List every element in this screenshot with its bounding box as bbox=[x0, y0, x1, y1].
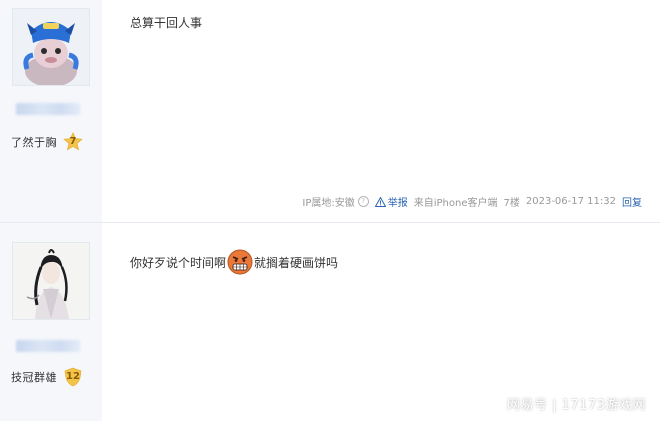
user-avatar[interactable] bbox=[12, 242, 90, 320]
post-text-continued: 就搁着硬画饼吗 bbox=[254, 255, 339, 270]
post-list: 了然于胸 7 总算干回人事 IP属地:安徽 ? 举报 来自iPhone客户端 7… bbox=[0, 0, 660, 421]
ip-location: IP属地:安徽 ? bbox=[302, 194, 369, 209]
floor-number: 7楼 bbox=[503, 198, 520, 209]
report-link[interactable]: 举报 bbox=[374, 194, 408, 209]
post-meta: IP属地:安徽 ? 举报 来自iPhone客户端 7楼 2023-06-17 1… bbox=[302, 194, 642, 209]
level-number: 12 bbox=[66, 371, 80, 382]
report-label: 举报 bbox=[387, 198, 408, 209]
user-sidebar: 了然于胸 7 bbox=[0, 0, 102, 222]
level-number: 7 bbox=[69, 136, 77, 147]
post-text: 总算干回人事 bbox=[130, 16, 203, 30]
username-redacted[interactable] bbox=[16, 340, 80, 352]
source-text: 来自iPhone客户端 bbox=[413, 198, 498, 209]
post-timestamp: 2023-06-17 11:32 bbox=[525, 196, 616, 207]
user-sidebar: 技冠群雄 12 bbox=[0, 223, 102, 421]
username-redacted[interactable] bbox=[16, 103, 80, 115]
question-circle-icon[interactable]: ? bbox=[357, 196, 369, 207]
user-title: 技冠群雄 bbox=[11, 371, 57, 384]
post-content: 总算干回人事 bbox=[130, 14, 202, 31]
angry-grin-emoji-icon bbox=[227, 249, 253, 275]
watermark-text: 网易号 | 17173游戏网 bbox=[507, 398, 646, 413]
level-badge[interactable]: 7 bbox=[63, 132, 83, 152]
blue-armored-character-avatar-image bbox=[13, 9, 89, 85]
user-title-row: 技冠群雄 12 bbox=[11, 366, 83, 388]
reply-link[interactable]: 回复 bbox=[622, 194, 642, 209]
post-text: 你好歹说个时间啊 bbox=[130, 255, 227, 270]
level-badge[interactable]: 12 bbox=[63, 367, 83, 387]
ip-location-text: IP属地:安徽 bbox=[302, 198, 355, 209]
ink-style-swordsman-avatar-image bbox=[13, 243, 89, 319]
post-item: 技冠群雄 12 你好歹说个时间啊 就搁着硬画饼吗 bbox=[0, 223, 660, 421]
post-item: 了然于胸 7 总算干回人事 IP属地:安徽 ? 举报 来自iPhone客户端 7… bbox=[0, 0, 660, 222]
user-title: 了然于胸 bbox=[11, 136, 57, 149]
user-title-row: 了然于胸 7 bbox=[11, 131, 83, 153]
warning-triangle-icon bbox=[374, 196, 386, 207]
post-content: 你好歹说个时间啊 就搁着硬画饼吗 bbox=[130, 249, 338, 275]
user-avatar[interactable] bbox=[12, 8, 90, 86]
